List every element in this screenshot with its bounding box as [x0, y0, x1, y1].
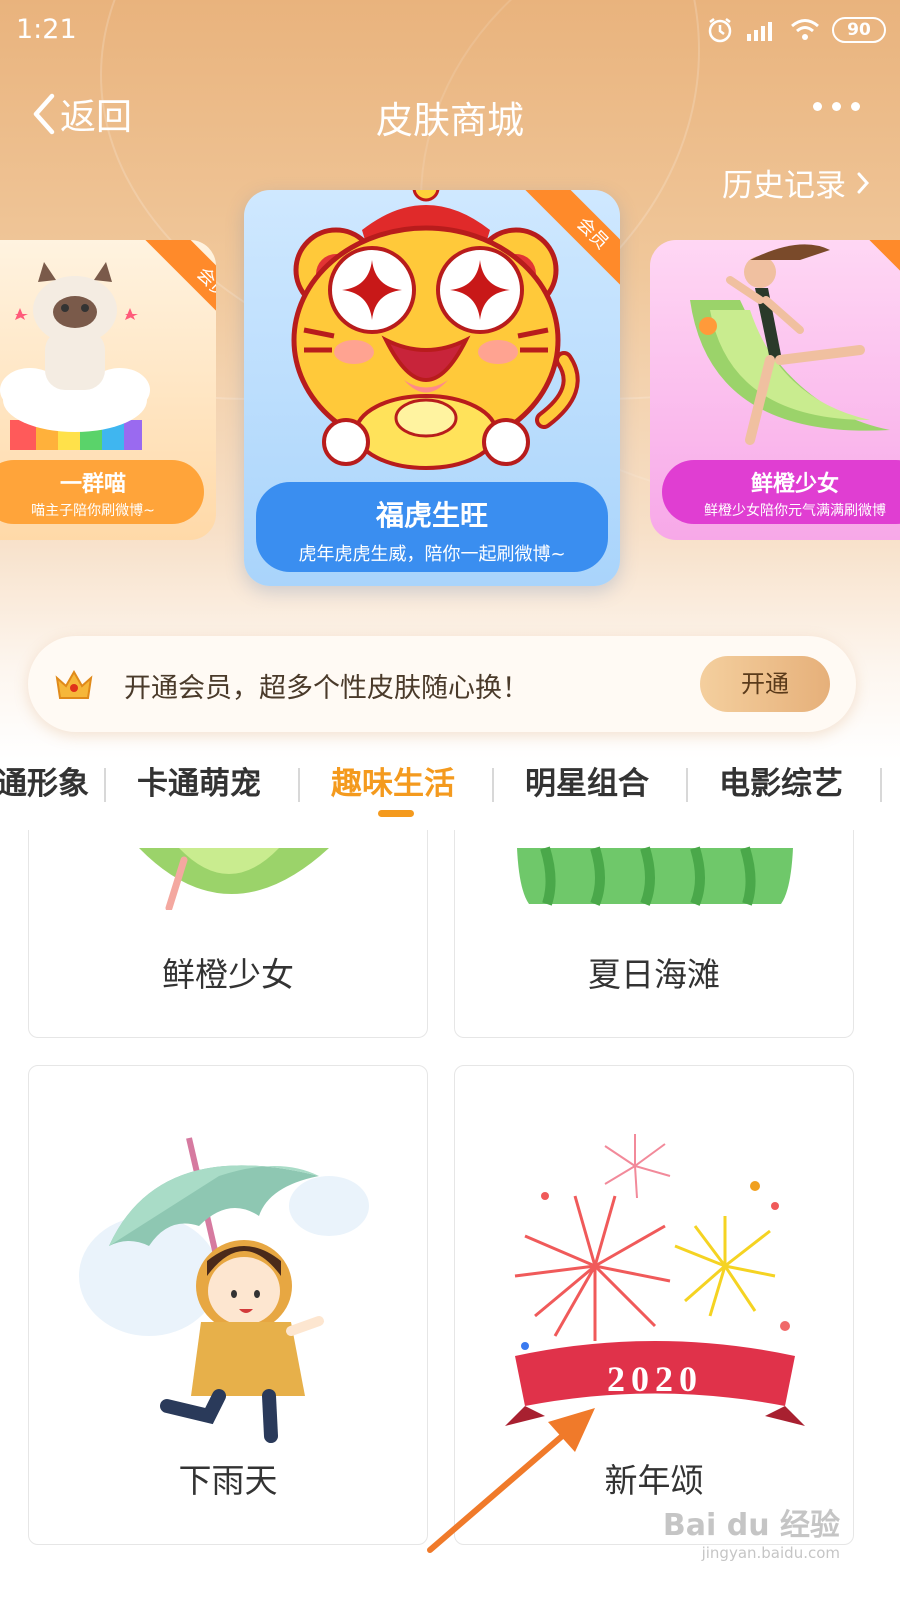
status-time: 1:21: [16, 14, 77, 45]
orange-girl-illustration: [690, 244, 890, 445]
history-label: 历史记录: [722, 168, 846, 204]
tab-divider: [298, 768, 300, 802]
tab-divider: [880, 768, 882, 802]
card-label: 福虎生旺 虎年虎虎生威，陪你一起刷微博~: [256, 482, 608, 572]
tiger-illustration: [291, 190, 580, 470]
card-desc: 喵主子陪你刷微博~: [31, 503, 155, 519]
card-desc: 虎年虎虎生威，陪你一起刷微博~: [298, 544, 566, 565]
dot-icon: [813, 102, 822, 111]
card-name: 鲜橙少女: [750, 472, 839, 497]
tab-star-groups[interactable]: 明星组合: [525, 758, 649, 803]
grid-item-name: 新年颂: [604, 1461, 704, 1500]
chevron-right-icon: [857, 172, 870, 193]
tab-divider: [104, 768, 106, 802]
vip-text: 开通会员，超多个性皮肤随心换！: [124, 673, 529, 704]
skin-card-orange-girl[interactable]: 会员 鲜橙少女 鲜橙少女陪你元气满满刷微博: [650, 240, 900, 540]
signal-icon: [747, 22, 772, 41]
category-tabs: 通形象 卡通萌宠 趣味生活 明星组合 电影综艺: [0, 740, 900, 830]
grid-card-rainy-day[interactable]: 下雨天: [28, 1065, 428, 1545]
tab-divider: [686, 768, 688, 802]
watermark-url: jingyan.baidu.com: [701, 1544, 840, 1562]
grid-card-orange-girl[interactable]: 鲜橙少女: [28, 830, 428, 1038]
card-label: 鲜橙少女 鲜橙少女陪你元气满满刷微博: [662, 460, 900, 524]
card-label: 一群喵 喵主子陪你刷微博~: [0, 460, 204, 524]
card-desc: 鲜橙少女陪你元气满满刷微博: [704, 503, 886, 519]
cat-illustration: [0, 262, 150, 450]
tab-fun-life[interactable]: 趣味生活: [331, 758, 455, 803]
active-tab-indicator: [378, 810, 414, 817]
crown-icon: [55, 669, 93, 699]
nav-bar: 返回 皮肤商城: [0, 80, 900, 150]
card-name: 福虎生旺: [375, 499, 488, 532]
wifi-icon: [791, 19, 819, 40]
fireworks-illustration: 2020: [505, 1134, 805, 1426]
dot-icon: [851, 102, 860, 111]
tab-cartoon-pets[interactable]: 卡通萌宠: [137, 758, 261, 803]
grid-card-summer-beach[interactable]: 夏日海滩: [454, 830, 854, 1038]
grid-item-name: 下雨天: [178, 1461, 278, 1500]
tab-image[interactable]: 通形象: [0, 758, 89, 803]
battery-indicator: 90: [832, 17, 886, 43]
card-name: 一群喵: [59, 472, 126, 497]
grid-item-name: 夏日海滩: [588, 955, 720, 994]
skin-card-cats[interactable]: 会员 一群喵 喵主子陪你刷微博~: [0, 240, 216, 540]
open-vip-button[interactable]: 开通: [700, 656, 830, 712]
more-button[interactable]: [813, 102, 860, 111]
skin-card-tiger[interactable]: 会员 福虎生旺 虎年虎虎生威，陪你一起刷微博~: [244, 190, 620, 586]
status-icons: 90: [706, 14, 886, 46]
vip-banner[interactable]: 开通会员，超多个性皮肤随心换！ 开通: [28, 636, 856, 732]
grid-card-new-year[interactable]: 2020 新年颂: [454, 1065, 854, 1545]
history-link[interactable]: 历史记录: [722, 160, 870, 205]
watermelon-thumbnail: [517, 846, 793, 906]
orange-girl-thumbnail: [139, 848, 329, 910]
rainy-girl-illustration: [79, 1137, 369, 1443]
year-banner-text: 2020: [607, 1359, 703, 1399]
watermark-logo: Bai du 经验: [662, 1508, 840, 1543]
tab-divider: [492, 768, 494, 802]
page-title: 皮肤商城: [376, 99, 524, 142]
tab-movies-variety[interactable]: 电影综艺: [719, 758, 843, 803]
baidu-watermark: Bai du 经验 jingyan.baidu.com: [663, 1500, 840, 1562]
dot-icon: [832, 102, 841, 111]
grid-item-name: 鲜橙少女: [162, 955, 294, 994]
alarm-icon: [708, 18, 732, 43]
status-bar: 1:21 90: [0, 0, 900, 60]
